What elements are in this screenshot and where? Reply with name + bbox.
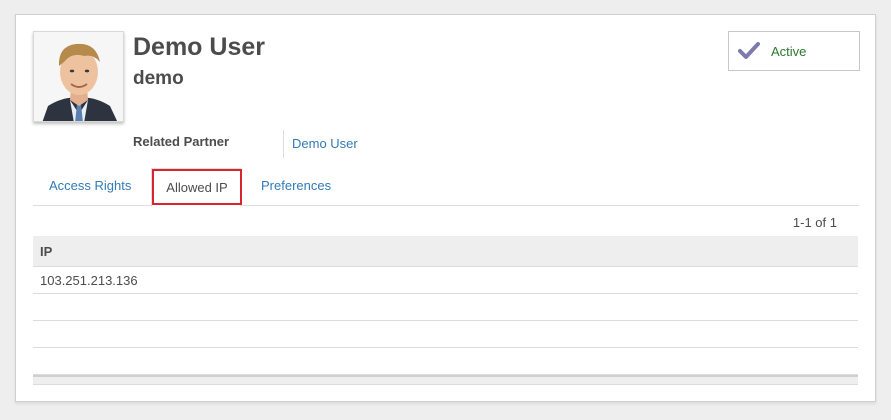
status-label: Active: [771, 43, 807, 59]
table-row-empty: [33, 321, 858, 348]
tab-allowed-ip-label: Allowed IP: [152, 169, 242, 205]
table-footer: [33, 375, 858, 385]
table-row-empty: [33, 348, 858, 375]
related-partner-link[interactable]: Demo User: [292, 136, 358, 151]
table-header[interactable]: IP: [33, 236, 858, 267]
active-toggle-button[interactable]: Active: [728, 31, 860, 71]
tab-preferences[interactable]: Preferences: [261, 178, 331, 193]
allowed-ip-table: IP 103.251.213.136: [33, 236, 858, 385]
tab-allowed-ip[interactable]: Allowed IP: [151, 168, 242, 207]
user-form-sheet: Demo User demo Active Related Partner De…: [15, 14, 876, 402]
field-divider: [283, 130, 284, 158]
notebook-tabs: Access Rights Allowed IP Preferences: [33, 168, 859, 207]
user-avatar[interactable]: [33, 31, 124, 122]
table-row[interactable]: 103.251.213.136: [33, 267, 858, 294]
user-name-title: Demo User: [133, 33, 265, 61]
tab-access-rights[interactable]: Access Rights: [49, 178, 131, 193]
user-login: demo: [133, 68, 184, 89]
related-partner-label: Related Partner: [133, 134, 230, 149]
ip-cell: 103.251.213.136: [40, 272, 138, 288]
check-icon: [738, 42, 760, 59]
column-header-ip[interactable]: IP: [40, 244, 52, 259]
pager-value[interactable]: 1-1 of 1: [793, 215, 837, 230]
table-row-empty: [33, 294, 858, 321]
user-photo-icon: [34, 32, 123, 121]
